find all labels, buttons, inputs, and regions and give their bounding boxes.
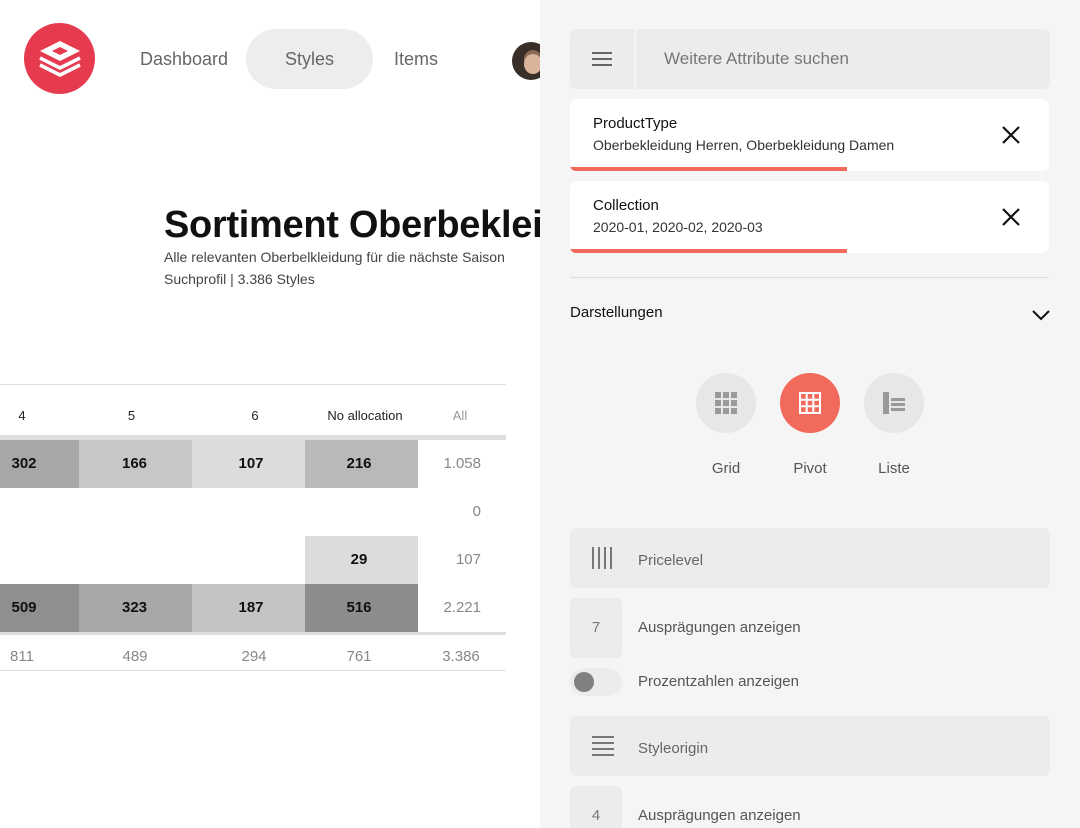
attribute-pricelevel[interactable]: Pricelevel <box>570 528 1050 588</box>
view-list-button[interactable] <box>864 373 924 433</box>
row-total: 2.221 <box>443 599 481 616</box>
table-cell[interactable]: 187 <box>192 584 310 632</box>
table-row: 302 166 107 216 1.058 <box>0 440 506 488</box>
filter-name: ProductType <box>593 115 678 132</box>
table-cell[interactable] <box>192 536 310 584</box>
column-header[interactable]: All <box>418 385 502 435</box>
view-label: Pivot <box>793 460 827 477</box>
column-header[interactable]: No allocation <box>305 385 425 435</box>
filter-progress-bar <box>570 249 847 253</box>
menu-icon[interactable] <box>570 29 636 89</box>
filter-chip-collection: Collection 2020-01, 2020-02, 2020-03 <box>570 181 1049 253</box>
main-area: Dashboard Styles Items Sortiment Oberbek… <box>0 0 540 828</box>
filter-chip-producttype: ProductType Oberbekleidung Herren, Oberb… <box>570 99 1049 171</box>
grid-icon <box>715 392 737 414</box>
attribute-name: Styleorigin <box>638 740 709 757</box>
divider <box>570 277 1049 278</box>
chevron-down-icon[interactable] <box>1030 304 1052 326</box>
app-logo[interactable] <box>24 23 95 94</box>
column-total: 761 <box>346 648 372 665</box>
table-footer: 811 489 294 761 3.386 <box>0 635 506 671</box>
table-row: 0 <box>0 488 506 536</box>
stack-logo-icon <box>38 40 81 77</box>
row-total: 107 <box>455 551 481 568</box>
table-body: 302 166 107 216 1.058 0 29 107 509 323 187 516 2.221 <box>0 440 506 632</box>
table-cell[interactable] <box>192 488 310 536</box>
section-title[interactable]: Darstellungen <box>570 304 663 321</box>
table-cell[interactable]: 516 <box>305 584 413 632</box>
table-cell[interactable] <box>79 488 190 536</box>
table-cell[interactable] <box>0 488 48 536</box>
page-title: Sortiment Oberbekleidung <box>164 204 540 246</box>
column-total: 294 <box>241 648 267 665</box>
column-header[interactable]: 6 <box>192 385 318 435</box>
attribute-panel: ProductType Oberbekleidung Herren, Oberb… <box>540 0 1080 828</box>
values-count-label: Ausprägungen anzeigen <box>638 619 801 636</box>
attribute-search <box>570 29 1050 89</box>
nav-items[interactable]: Items <box>355 29 477 89</box>
list-icon <box>883 392 905 414</box>
table-cell[interactable]: 509 <box>0 584 48 632</box>
columns-icon <box>590 546 616 570</box>
filter-values: 2020-01, 2020-02, 2020-03 <box>593 219 763 235</box>
close-icon[interactable] <box>999 123 1023 147</box>
table-row: 509 323 187 516 2.221 <box>0 584 506 632</box>
table-cell[interactable] <box>0 536 48 584</box>
table-cell[interactable]: 216 <box>305 440 413 488</box>
close-icon[interactable] <box>999 205 1023 229</box>
table-cell[interactable]: 166 <box>79 440 190 488</box>
filter-name: Collection <box>593 197 659 214</box>
column-total: 811 <box>10 648 34 665</box>
values-count-input[interactable]: 7 <box>570 598 622 658</box>
column-header[interactable]: 4 <box>0 385 44 435</box>
page-subtitle: Alle relevanten Oberbelkleidung für die … <box>164 249 505 265</box>
avatar[interactable] <box>512 42 540 80</box>
row-total: 1.058 <box>443 455 481 472</box>
table-cell[interactable]: 29 <box>305 536 413 584</box>
table-cell[interactable]: 323 <box>79 584 190 632</box>
filter-progress-bar <box>570 167 847 171</box>
view-grid-button[interactable] <box>696 373 756 433</box>
table-cell[interactable] <box>79 536 190 584</box>
nav-dashboard[interactable]: Dashboard <box>101 29 267 89</box>
nav-styles[interactable]: Styles <box>246 29 374 89</box>
table-cell[interactable]: 107 <box>192 440 310 488</box>
filter-values: Oberbekleidung Herren, Oberbekleidung Da… <box>593 137 895 153</box>
column-header[interactable]: 5 <box>79 385 184 435</box>
search-profile-meta: Suchprofil | 3.386 Styles <box>164 271 315 287</box>
table-cell[interactable] <box>305 488 413 536</box>
view-label: Grid <box>711 460 741 477</box>
table-cell[interactable]: 302 <box>0 440 48 488</box>
search-input[interactable] <box>638 29 1048 89</box>
grand-total: 3.386 <box>442 648 480 665</box>
table-header: 4 5 6 No allocation All <box>0 385 506 435</box>
pivot-table: 4 5 6 No allocation All 302 166 107 216 1.05… <box>0 384 506 671</box>
values-count-input[interactable]: 4 <box>570 786 622 828</box>
row-total: 0 <box>472 503 481 520</box>
percent-toggle[interactable] <box>570 668 622 696</box>
table-row: 29 107 <box>0 536 506 584</box>
view-label: Liste <box>878 460 910 477</box>
view-pivot-button[interactable] <box>780 373 840 433</box>
column-total: 489 <box>122 648 148 665</box>
attribute-styleorigin[interactable]: Styleorigin <box>570 716 1050 776</box>
values-count-label: Ausprägungen anzeigen <box>638 807 801 824</box>
percent-toggle-label: Prozentzahlen anzeigen <box>638 673 799 690</box>
rows-icon <box>590 734 616 758</box>
attribute-name: Pricelevel <box>638 552 704 569</box>
pivot-icon <box>799 392 821 414</box>
